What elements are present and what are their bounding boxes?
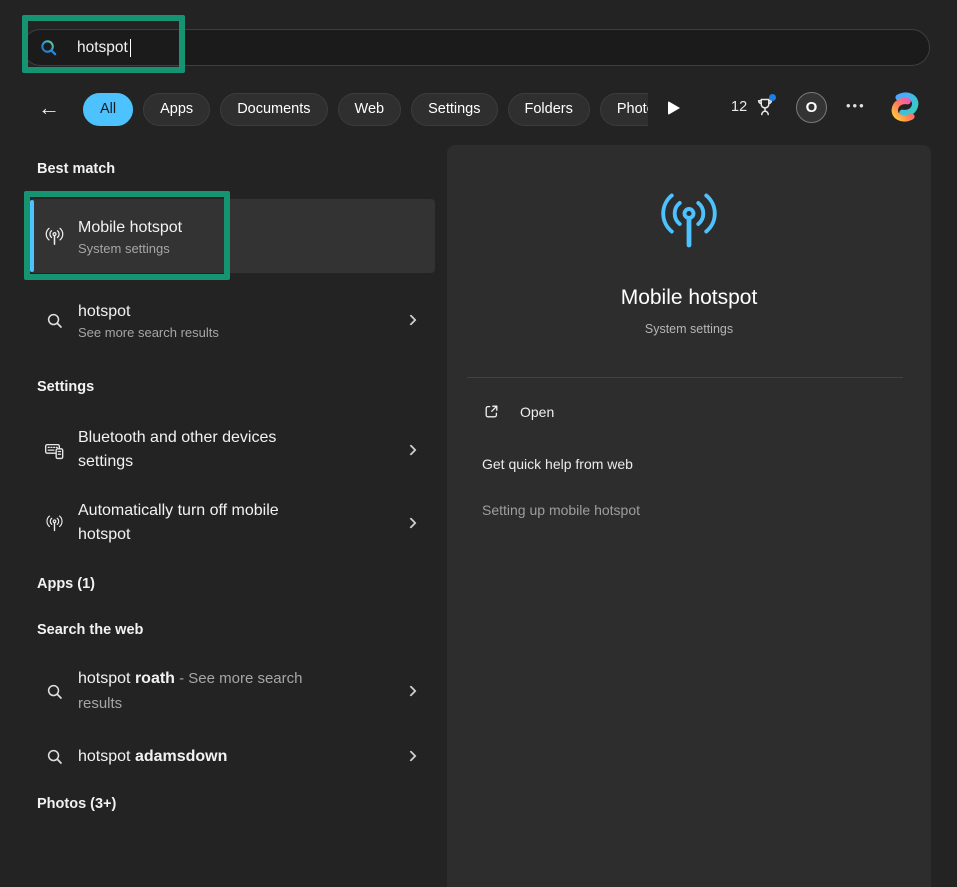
windows-search-flyout: hotspot ← All Apps Documents Web Setting…: [0, 0, 957, 887]
search-icon: [45, 311, 64, 330]
section-header-web: Search the web: [37, 622, 143, 638]
result-title: hotspot roath - See more search results: [78, 666, 330, 716]
mobile-hotspot-icon: [653, 185, 725, 257]
result-web-hotspot-roath[interactable]: hotspot roath - See more search results: [30, 659, 435, 723]
chevron-right-icon[interactable]: [405, 750, 416, 761]
filter-bar: ← All Apps Documents Web Settings Folder…: [0, 90, 957, 128]
more-filters-play-icon[interactable]: [668, 101, 680, 115]
devices-icon: [44, 440, 65, 461]
filter-pill-all[interactable]: All: [83, 93, 133, 126]
help-link-setting-up-hotspot[interactable]: Setting up mobile hotspot: [482, 502, 640, 518]
result-title: hotspot: [78, 300, 407, 324]
preview-title: Mobile hotspot: [447, 286, 931, 310]
back-arrow-icon[interactable]: ←: [38, 94, 60, 122]
open-action[interactable]: Open: [483, 403, 554, 420]
quick-help-header: Get quick help from web: [482, 456, 633, 472]
filter-pill-web[interactable]: Web: [338, 93, 402, 126]
hotspot-icon: [44, 513, 65, 534]
rewards-badge[interactable]: 12: [731, 95, 777, 119]
result-subtitle: See more search results: [78, 324, 407, 341]
chevron-right-icon[interactable]: [405, 314, 416, 325]
section-header-best-match: Best match: [37, 161, 115, 177]
open-external-icon: [483, 403, 500, 420]
result-title: Bluetooth and other devices settings: [78, 426, 310, 474]
chevron-right-icon[interactable]: [405, 685, 416, 696]
result-bluetooth-devices-settings[interactable]: Bluetooth and other devices settings: [30, 419, 435, 481]
filter-pill-apps[interactable]: Apps: [143, 93, 210, 126]
filter-pill-documents[interactable]: Documents: [220, 93, 327, 126]
result-title: hotspot adamsdown: [78, 744, 330, 769]
chevron-right-icon[interactable]: [405, 444, 416, 455]
copilot-icon[interactable]: [888, 90, 922, 124]
annotation-search-box: [22, 15, 185, 73]
filter-pill-folders[interactable]: Folders: [508, 93, 590, 126]
section-header-settings: Settings: [37, 379, 94, 395]
result-auto-turn-off-hotspot[interactable]: Automatically turn off mobile hotspot: [30, 492, 435, 554]
open-label: Open: [520, 404, 554, 420]
rewards-count: 12: [731, 99, 747, 115]
result-web-hotspot-adamsdown[interactable]: hotspot adamsdown: [30, 738, 435, 774]
preview-subtitle: System settings: [447, 322, 931, 336]
section-header-apps: Apps (1): [37, 576, 95, 592]
search-icon: [45, 682, 64, 701]
filter-pill-settings[interactable]: Settings: [411, 93, 497, 126]
more-options-icon[interactable]: •••: [846, 98, 866, 113]
annotation-best-match-box: [24, 191, 230, 280]
filter-pills: All Apps Documents Web Settings Folders …: [83, 91, 648, 127]
preview-panel: Mobile hotspot System settings Open Get …: [447, 145, 931, 887]
user-avatar[interactable]: O: [796, 92, 827, 123]
chevron-right-icon[interactable]: [405, 517, 416, 528]
rewards-trophy-icon: [753, 95, 777, 119]
search-icon: [45, 747, 64, 766]
section-header-photos: Photos (3+): [37, 796, 116, 812]
result-title: Automatically turn off mobile hotspot: [78, 499, 310, 547]
result-see-more-search[interactable]: hotspot See more search results: [30, 289, 435, 351]
divider: [467, 377, 903, 378]
filter-pill-photos[interactable]: Photos: [600, 93, 648, 126]
